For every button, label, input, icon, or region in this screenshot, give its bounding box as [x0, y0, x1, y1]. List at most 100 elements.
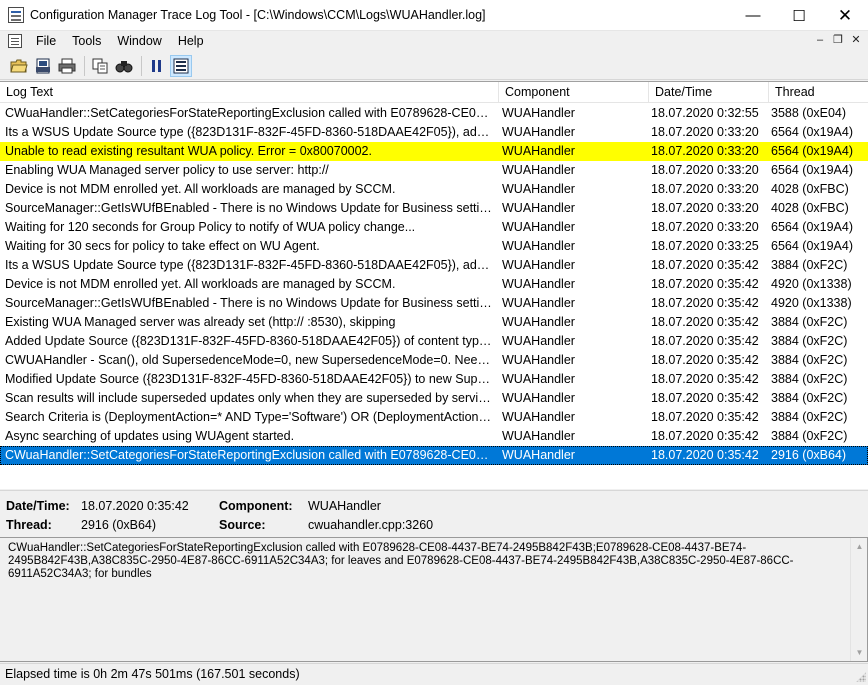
menu-window[interactable]: Window: [109, 34, 169, 48]
datetime-cell: 18.07.2020 0:35:42: [651, 410, 759, 424]
log-grid[interactable]: Log Text Component Date/Time Thread CWua…: [0, 81, 868, 489]
log-text-cell: Enabling WUA Managed server policy to us…: [5, 163, 329, 177]
datetime-cell: 18.07.2020 0:35:42: [651, 334, 759, 348]
table-row[interactable]: Enabling WUA Managed server policy to us…: [0, 161, 868, 180]
print-button[interactable]: [56, 55, 78, 77]
datetime-cell: 18.07.2020 0:33:20: [651, 144, 759, 158]
mdi-restore-button[interactable]: ❐: [830, 33, 846, 48]
highlight-icon: [173, 58, 189, 73]
component-cell: WUAHandler: [502, 182, 575, 196]
menu-tools[interactable]: Tools: [64, 34, 109, 48]
log-text-cell: Device is not MDM enrolled yet. All work…: [5, 182, 396, 196]
table-row[interactable]: Existing WUA Managed server was already …: [0, 313, 868, 332]
toolbar: [0, 52, 868, 80]
table-row[interactable]: Its a WSUS Update Source type ({823D131F…: [0, 256, 868, 275]
maximize-button[interactable]: ☐: [776, 0, 822, 31]
log-text-cell: CWUAHandler - Scan(), old SupersedenceMo…: [5, 353, 495, 367]
datetime-cell: 18.07.2020 0:35:42: [651, 258, 759, 272]
thread-cell: 6564 (0x19A4): [771, 220, 854, 234]
table-row[interactable]: Device is not MDM enrolled yet. All work…: [0, 275, 868, 294]
thread-cell: 3884 (0xF2C): [771, 391, 848, 405]
component-cell: WUAHandler: [502, 410, 575, 424]
scroll-down-icon[interactable]: ▼: [851, 644, 868, 661]
datetime-cell: 18.07.2020 0:35:42: [651, 372, 759, 386]
open-button[interactable]: [8, 55, 30, 77]
table-row[interactable]: Modified Update Source ({823D131F-832F-4…: [0, 370, 868, 389]
menu-file[interactable]: File: [28, 34, 64, 48]
window-title: Configuration Manager Trace Log Tool - […: [30, 8, 486, 22]
open-icon: [10, 59, 28, 72]
log-text-cell: Async searching of updates using WUAgent…: [5, 429, 295, 443]
toolbar-separator: [84, 55, 85, 76]
datetime-cell: 18.07.2020 0:33:20: [651, 163, 759, 177]
log-text-cell: Added Update Source ({823D131F-832F-45FD…: [5, 334, 495, 348]
table-row[interactable]: Waiting for 30 secs for policy to take e…: [0, 237, 868, 256]
column-header-component[interactable]: Component: [499, 82, 649, 103]
thread-cell: 4028 (0xFBC): [771, 182, 849, 196]
component-cell: WUAHandler: [502, 391, 575, 405]
datetime-cell: 18.07.2020 0:33:20: [651, 220, 759, 234]
message-text: CWuaHandler::SetCategoriesForStateReport…: [8, 542, 794, 580]
pause-button[interactable]: [146, 55, 168, 77]
table-row[interactable]: Unable to read existing resultant WUA po…: [0, 142, 868, 161]
table-row[interactable]: SourceManager::GetIsWUfBEnabled - There …: [0, 294, 868, 313]
app-icon[interactable]: [8, 7, 24, 23]
thread-value: 2916 (0xB64): [81, 518, 157, 532]
log-text-cell: CWuaHandler::SetCategoriesForStateReport…: [5, 106, 495, 120]
table-row[interactable]: Search Criteria is (DeploymentAction=* A…: [0, 408, 868, 427]
table-row[interactable]: CWuaHandler::SetCategoriesForStateReport…: [0, 104, 868, 123]
thread-cell: 3884 (0xF2C): [771, 372, 848, 386]
component-cell: WUAHandler: [502, 429, 575, 443]
table-row[interactable]: CWuaHandler::SetCategoriesForStateReport…: [0, 446, 868, 465]
mdi-close-button[interactable]: ✕: [848, 33, 864, 48]
document-icon[interactable]: [8, 34, 22, 48]
resize-grip-icon[interactable]: [856, 672, 866, 682]
component-cell: WUAHandler: [502, 220, 575, 234]
thread-cell: 3884 (0xF2C): [771, 315, 848, 329]
message-textbox[interactable]: CWuaHandler::SetCategoriesForStateReport…: [0, 537, 868, 662]
copy-icon: [92, 58, 108, 73]
pause-icon: [152, 59, 161, 72]
log-text-cell: CWuaHandler::SetCategoriesForStateReport…: [5, 448, 495, 462]
find-button[interactable]: [113, 55, 135, 77]
copy-button[interactable]: [89, 55, 111, 77]
component-cell: WUAHandler: [502, 277, 575, 291]
menu-help[interactable]: Help: [170, 34, 212, 48]
thread-cell: 6564 (0x19A4): [771, 125, 854, 139]
log-text-cell: Waiting for 120 seconds for Group Policy…: [5, 220, 416, 234]
toolbar-separator: [141, 55, 142, 76]
component-cell: WUAHandler: [502, 239, 575, 253]
datetime-cell: 18.07.2020 0:33:20: [651, 182, 759, 196]
table-row[interactable]: SourceManager::GetIsWUfBEnabled - There …: [0, 199, 868, 218]
table-row[interactable]: Device is not MDM enrolled yet. All work…: [0, 180, 868, 199]
close-button[interactable]: ✕: [822, 0, 868, 31]
component-cell: WUAHandler: [502, 448, 575, 462]
thread-cell: 3884 (0xF2C): [771, 258, 848, 272]
menu-bar: File Tools Window Help: [0, 31, 868, 51]
mdi-minimize-button[interactable]: –: [812, 33, 828, 48]
table-row[interactable]: Added Update Source ({823D131F-832F-45FD…: [0, 332, 868, 351]
thread-cell: 3884 (0xF2C): [771, 334, 848, 348]
component-cell: WUAHandler: [502, 201, 575, 215]
log-text-cell: Scan results will include superseded upd…: [5, 391, 495, 405]
column-header-thread[interactable]: Thread: [769, 82, 868, 103]
message-scrollbar[interactable]: ▲ ▼: [850, 538, 867, 661]
thread-cell: 3884 (0xF2C): [771, 410, 848, 424]
table-row[interactable]: Waiting for 120 seconds for Group Policy…: [0, 218, 868, 237]
table-row[interactable]: Scan results will include superseded upd…: [0, 389, 868, 408]
datetime-cell: 18.07.2020 0:35:42: [651, 277, 759, 291]
table-row[interactable]: Its a WSUS Update Source type ({823D131F…: [0, 123, 868, 142]
minimize-button[interactable]: —: [730, 0, 776, 31]
print-preview-button[interactable]: [32, 55, 54, 77]
datetime-value: 18.07.2020 0:35:42: [81, 499, 189, 513]
column-header-datetime[interactable]: Date/Time: [649, 82, 769, 103]
thread-cell: 2916 (0xB64): [771, 448, 847, 462]
table-row[interactable]: CWUAHandler - Scan(), old SupersedenceMo…: [0, 351, 868, 370]
log-text-cell: Search Criteria is (DeploymentAction=* A…: [5, 410, 495, 424]
datetime-cell: 18.07.2020 0:35:42: [651, 315, 759, 329]
highlight-button[interactable]: [170, 54, 192, 77]
table-row[interactable]: Async searching of updates using WUAgent…: [0, 427, 868, 446]
scroll-up-icon[interactable]: ▲: [851, 538, 868, 555]
column-header-log-text[interactable]: Log Text: [0, 82, 499, 103]
component-cell: WUAHandler: [502, 125, 575, 139]
